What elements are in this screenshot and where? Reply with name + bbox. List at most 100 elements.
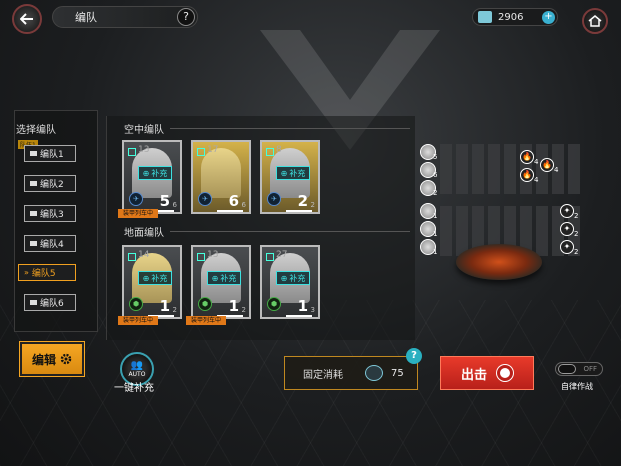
refill-label: 补充	[151, 168, 168, 178]
refill-button[interactable]: ⊕ 补充	[276, 271, 310, 285]
plus-icon: ⊕	[142, 168, 150, 178]
status-tag: 装甲列车中	[118, 316, 158, 325]
gear-icon	[60, 353, 72, 365]
team-icon	[30, 241, 37, 246]
team-button-2[interactable]: 编队2	[24, 175, 76, 192]
auto-refill-label: 一键补充	[114, 383, 154, 394]
back-button[interactable]	[12, 4, 42, 34]
unit-portrait	[201, 148, 241, 198]
fixed-cost-panel: 固定消耗 75	[284, 356, 418, 390]
unit-count-max: 6	[172, 201, 177, 209]
home-button[interactable]	[582, 8, 608, 34]
air-unit-type-icon: ✈	[267, 192, 281, 206]
divider	[170, 128, 410, 129]
enemy-flame-icon: 🔥	[540, 158, 554, 172]
refill-button[interactable]: ⊕ 补充	[207, 271, 241, 285]
people-icon: 👥	[130, 360, 144, 371]
sortie-button[interactable]: 出击	[440, 356, 534, 390]
team-label: 编队2	[40, 180, 64, 190]
grid-cell[interactable]	[440, 144, 452, 194]
team-button-5[interactable]: » 编队5	[18, 264, 76, 281]
team-button-4[interactable]: 编队4	[24, 235, 76, 252]
enemy-wing-icon: ✦	[560, 222, 574, 236]
air-formation-grid	[440, 144, 580, 194]
refill-button[interactable]: ⊕ 补充	[138, 166, 172, 180]
unit-count: 1	[159, 297, 170, 315]
currency-display: 2906 +	[472, 8, 558, 26]
ground-team-label: 地面编队	[124, 228, 164, 239]
ground-unit-type-icon: ⬢	[198, 297, 212, 311]
ground-unit-card-1[interactable]: 14 ⊕ 补充 ⬢ 1 2	[122, 245, 182, 319]
unit-count: 5	[159, 192, 170, 210]
air-unit-card-1[interactable]: 13 ⊕ 补充 ✈ 5 6	[122, 140, 182, 214]
unit-count: 5	[433, 153, 438, 161]
level-icon	[197, 253, 205, 261]
unit-count: 6	[228, 192, 239, 210]
enemy-flame-icon: 🔥	[520, 150, 534, 164]
help-button[interactable]: ?	[177, 8, 195, 26]
sortie-target-icon	[497, 365, 513, 381]
grid-cell[interactable]	[504, 144, 516, 194]
active-marker-icon: »	[24, 268, 29, 277]
team-icon	[30, 211, 37, 216]
unit-level: 27	[276, 250, 288, 260]
status-tag: 装甲列车中	[118, 209, 158, 218]
currency-icon	[478, 11, 492, 23]
grid-cell[interactable]	[456, 206, 468, 256]
edit-label: 编辑	[31, 352, 56, 367]
team-icon	[30, 300, 37, 305]
plus-icon: ⊕	[142, 273, 150, 283]
unit-count-max: 6	[241, 201, 246, 209]
page-title-bar: 编队 ?	[52, 6, 198, 28]
currency-value: 2906	[498, 11, 524, 23]
air-unit-card-2[interactable]: 17 ✈ 6 6	[191, 140, 251, 214]
cost-value: 75	[391, 367, 404, 379]
ground-unit-type-icon: ⬢	[129, 297, 143, 311]
grid-cell[interactable]	[472, 144, 484, 194]
plus-icon: ⊕	[280, 168, 288, 178]
refill-button[interactable]: ⊕ 补充	[276, 166, 310, 180]
team-button-3[interactable]: 编队3	[24, 205, 76, 222]
level-icon	[197, 148, 205, 156]
unit-count: 1	[433, 230, 438, 238]
air-team-label: 空中编队	[124, 125, 164, 136]
grid-cell[interactable]	[440, 206, 452, 256]
cost-help-button[interactable]: ?	[406, 348, 422, 364]
unit-level: 14	[138, 250, 150, 260]
team-button-6[interactable]: 编队6	[24, 294, 76, 311]
team-label: 编队5	[31, 269, 56, 279]
unit-count-max: 3	[310, 306, 315, 314]
unit-level: 13	[138, 145, 150, 155]
team-button-1[interactable]: 编队1	[24, 145, 76, 162]
air-unit-type-icon: ✈	[198, 192, 212, 206]
add-currency-button[interactable]: +	[542, 11, 555, 24]
grid-cell[interactable]	[568, 144, 580, 194]
team-icon	[30, 151, 37, 156]
unit-count: 1	[433, 248, 438, 256]
refill-button[interactable]: ⊕ 补充	[138, 271, 172, 285]
refill-label: 补充	[289, 168, 306, 178]
grid-cell[interactable]	[536, 206, 548, 256]
supply-bar	[217, 210, 243, 212]
enemy-flame-icon: 🔥	[520, 168, 534, 182]
unit-count: 6	[433, 171, 438, 179]
supply-bar	[286, 210, 312, 212]
ground-unit-card-2[interactable]: 13 ⊕ 补充 ⬢ 1 2	[191, 245, 251, 319]
grid-cell[interactable]	[456, 144, 468, 194]
team-label: 编队1	[40, 150, 64, 160]
air-unit-type-icon: ✈	[129, 192, 143, 206]
enemy-count: 2	[574, 230, 579, 238]
edit-button[interactable]: 编辑	[19, 341, 85, 377]
grid-cell[interactable]	[488, 144, 500, 194]
unit-count-max: 2	[310, 201, 315, 209]
auto-combat-toggle[interactable]: OFF	[555, 362, 603, 376]
enemy-wing-icon: ✦	[560, 204, 574, 218]
ground-unit-card-3[interactable]: 27 ⊕ 补充 ⬢ 1 3	[260, 245, 320, 319]
sortie-label: 出击	[460, 367, 487, 383]
cost-label: 固定消耗	[303, 369, 343, 381]
unit-count: 2	[297, 192, 308, 210]
terrain-lava-tile	[456, 244, 542, 280]
air-unit-card-3[interactable]: 8 ⊕ 补充 ✈ 2 2	[260, 140, 320, 214]
team-label: 编队6	[40, 299, 64, 309]
enemy-count: 2	[574, 212, 579, 220]
